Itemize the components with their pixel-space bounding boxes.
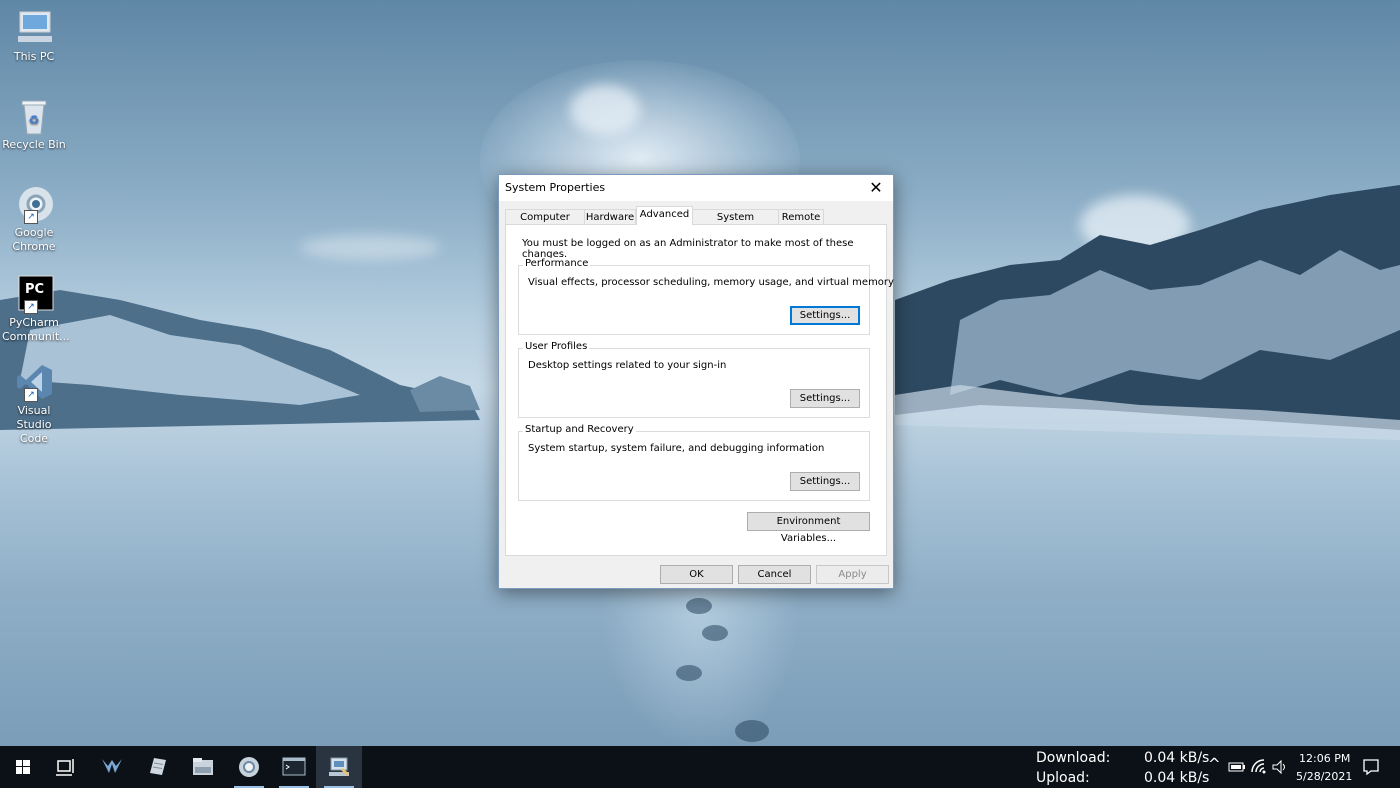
group-description: Desktop settings related to your sign-in bbox=[528, 360, 727, 371]
desktop-icon-label: This PC bbox=[13, 50, 55, 63]
dialog-titlebar[interactable]: System Properties ✕ bbox=[499, 175, 893, 201]
wifi-icon[interactable] bbox=[1250, 758, 1268, 776]
advanced-tab-panel: You must be logged on as an Administrato… bbox=[505, 224, 894, 556]
performance-settings-button[interactable]: Settings... bbox=[790, 306, 860, 325]
group-title: Startup and Recovery bbox=[523, 424, 636, 435]
group-description: System startup, system failure, and debu… bbox=[528, 443, 825, 454]
close-icon[interactable]: ✕ bbox=[859, 175, 893, 201]
performance-group: Performance Visual effects, processor sc… bbox=[518, 258, 894, 335]
desktop-icon-label: PyCharm Communit... bbox=[2, 316, 70, 343]
clock-time[interactable]: 12:06 PM bbox=[1299, 752, 1350, 765]
footprint bbox=[735, 720, 769, 742]
shortcut-arrow-icon: ↗ bbox=[24, 388, 38, 402]
footprint bbox=[676, 665, 702, 681]
tab-computer-name[interactable]: Computer Name bbox=[505, 209, 585, 238]
pycharm-icon: PC ↗ bbox=[14, 274, 54, 314]
chrome-icon: ↗ bbox=[14, 184, 54, 224]
desktop-icon-label: Google Chrome bbox=[12, 226, 56, 253]
battery-icon[interactable] bbox=[1228, 760, 1246, 774]
desktop-icon-recycle-bin[interactable]: ♻ Recycle Bin bbox=[2, 96, 66, 152]
startup-recovery-group: Startup and Recovery System startup, sys… bbox=[518, 424, 870, 501]
volume-icon[interactable] bbox=[1271, 758, 1289, 776]
startup-recovery-settings-button[interactable]: Settings... bbox=[790, 472, 860, 491]
svg-text:PC: PC bbox=[25, 282, 44, 297]
tab-advanced[interactable]: Advanced bbox=[636, 206, 693, 225]
desktop-icon-google-chrome[interactable]: ↗ Google Chrome bbox=[2, 184, 66, 254]
file-explorer-icon bbox=[193, 758, 213, 775]
system-properties-icon bbox=[329, 757, 349, 776]
environment-variables-button[interactable]: Environment Variables... bbox=[747, 512, 870, 544]
taskbar-app-predator[interactable] bbox=[89, 746, 135, 788]
tab-system-protection[interactable]: System Protection bbox=[692, 209, 779, 238]
tab-hardware[interactable]: Hardware bbox=[584, 209, 636, 224]
taskbar-app-file-explorer[interactable] bbox=[180, 746, 226, 788]
terminal-icon bbox=[282, 757, 306, 776]
group-title: User Profiles bbox=[523, 341, 590, 352]
dialog-title: System Properties bbox=[505, 181, 606, 194]
upload-label: Upload: bbox=[1036, 770, 1090, 786]
show-hidden-icons-chevron-icon[interactable]: ^ bbox=[1208, 755, 1221, 773]
system-properties-dialog: System Properties ✕ Computer Name Hardwa… bbox=[498, 174, 894, 589]
user-profiles-settings-button[interactable]: Settings... bbox=[790, 389, 860, 408]
computer-icon bbox=[14, 8, 54, 48]
notepad-icon bbox=[150, 758, 166, 775]
taskbar-app-chrome[interactable] bbox=[226, 746, 272, 788]
download-label: Download: bbox=[1036, 750, 1111, 766]
taskbar-app-terminal[interactable] bbox=[271, 746, 317, 788]
desktop-icon-this-pc[interactable]: This PC bbox=[2, 8, 66, 64]
apply-button[interactable]: Apply bbox=[816, 565, 889, 584]
user-profiles-group: User Profiles Desktop settings related t… bbox=[518, 341, 870, 418]
task-view-button[interactable] bbox=[42, 746, 88, 788]
shortcut-arrow-icon: ↗ bbox=[24, 210, 38, 224]
predator-sense-icon bbox=[102, 759, 122, 773]
tab-remote[interactable]: Remote bbox=[778, 209, 824, 224]
taskbar-app-notes[interactable] bbox=[134, 746, 180, 788]
footprint bbox=[686, 598, 712, 614]
taskbar: Download: 0.04 kB/s Upload: 0.04 kB/s ^ … bbox=[0, 746, 1400, 788]
desktop-icon-label: Visual Studio Code bbox=[16, 404, 52, 445]
task-view-icon bbox=[56, 759, 74, 776]
group-title: Performance bbox=[523, 258, 591, 269]
admin-note: You must be logged on as an Administrato… bbox=[522, 238, 854, 260]
recycle-bin-icon: ♻ bbox=[14, 96, 54, 136]
notification-center-icon[interactable] bbox=[1362, 758, 1380, 776]
svg-text:♻: ♻ bbox=[29, 113, 40, 127]
upload-speed: 0.04 kB/s bbox=[1144, 770, 1210, 786]
clock-date[interactable]: 5/28/2021 bbox=[1296, 770, 1352, 783]
shortcut-arrow-icon: ↗ bbox=[24, 300, 38, 314]
desktop-icon-pycharm[interactable]: PC ↗ PyCharm Communit... bbox=[2, 274, 70, 344]
desktop-icon-vscode[interactable]: ↗ Visual Studio Code bbox=[2, 362, 66, 446]
desktop-icon-label: Recycle Bin bbox=[2, 138, 66, 151]
vscode-icon: ↗ bbox=[14, 362, 54, 402]
ok-button[interactable]: OK bbox=[660, 565, 733, 584]
group-description: Visual effects, processor scheduling, me… bbox=[528, 277, 894, 288]
taskbar-app-system-properties[interactable] bbox=[316, 746, 362, 788]
footprint bbox=[702, 625, 728, 641]
windows-logo-icon bbox=[16, 760, 30, 774]
start-button[interactable] bbox=[0, 746, 46, 788]
cancel-button[interactable]: Cancel bbox=[738, 565, 811, 584]
download-speed: 0.04 kB/s bbox=[1144, 750, 1210, 766]
chrome-icon bbox=[239, 757, 259, 777]
